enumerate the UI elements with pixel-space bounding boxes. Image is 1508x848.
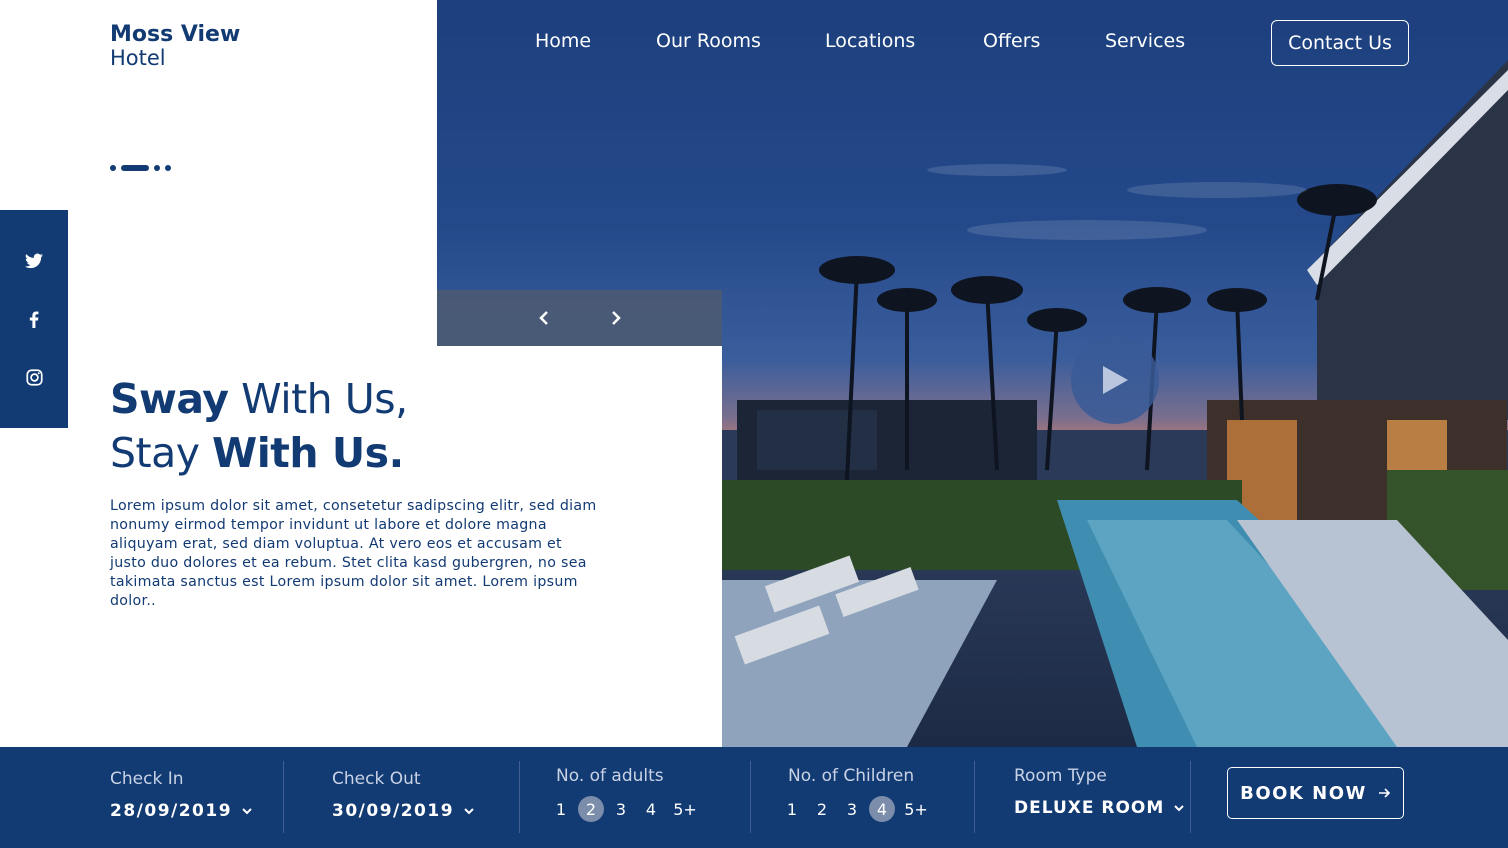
children-option[interactable]: 5+ [899, 796, 933, 822]
booking-bar: Check In 28/09/2019 Check Out 30/09/2019… [0, 747, 1508, 848]
children-option-selected[interactable]: 4 [869, 796, 895, 822]
contact-us-button[interactable]: Contact Us [1271, 20, 1409, 66]
headline-bold-word: With Us [212, 429, 389, 477]
chevron-down-icon [1174, 804, 1185, 811]
chevron-right-icon[interactable] [606, 308, 626, 328]
divider [750, 761, 751, 833]
chevron-down-icon [464, 807, 474, 814]
chevron-down-icon [242, 807, 252, 814]
headline-dot: . [388, 429, 405, 477]
adults-option[interactable]: 4 [638, 796, 664, 822]
adults-option[interactable]: 5+ [668, 796, 702, 822]
adults-option[interactable]: 1 [548, 796, 574, 822]
divider [974, 761, 975, 833]
headline-text: With Us, [228, 375, 408, 423]
children-option[interactable]: 2 [809, 796, 835, 822]
facebook-icon[interactable] [23, 308, 45, 330]
hero-headline: Sway With Us, Stay With Us. [110, 372, 408, 480]
social-sidebar [0, 210, 68, 428]
divider [283, 761, 284, 833]
nav-home[interactable]: Home [535, 30, 591, 52]
check-in-label: Check In [110, 769, 184, 789]
check-in-date-select[interactable]: 28/09/2019 [110, 801, 252, 821]
divider [519, 761, 520, 833]
nav-our-rooms[interactable]: Our Rooms [656, 30, 761, 52]
decorative-dots [110, 164, 176, 172]
play-icon [1103, 366, 1128, 394]
children-option[interactable]: 3 [839, 796, 865, 822]
room-type-select[interactable]: DELUXE ROOM [1014, 798, 1185, 818]
check-in-value: 28/09/2019 [110, 801, 233, 821]
arrow-right-icon [1378, 788, 1391, 798]
play-video-button[interactable] [1071, 336, 1159, 424]
headline-line2: Stay With Us. [110, 426, 408, 480]
divider [1190, 761, 1191, 833]
hero-intro-text: Lorem ipsum dolor sit amet, consetetur s… [110, 498, 597, 609]
instagram-icon[interactable] [23, 366, 45, 388]
room-type-value: DELUXE ROOM [1014, 798, 1165, 818]
adults-selector: 1 2 3 4 5+ [548, 796, 706, 822]
nav-services[interactable]: Services [1105, 30, 1185, 52]
room-type-label: Room Type [1014, 766, 1107, 786]
headline-line1: Sway With Us, [110, 372, 408, 426]
twitter-icon[interactable] [23, 250, 45, 272]
adults-label: No. of adults [556, 766, 664, 786]
children-selector: 1 2 3 4 5+ [779, 796, 937, 822]
children-option[interactable]: 1 [779, 796, 805, 822]
nav-offers[interactable]: Offers [983, 30, 1040, 52]
headline-bold-word: Sway [110, 375, 229, 423]
adults-option[interactable]: 3 [608, 796, 634, 822]
adults-option-selected[interactable]: 2 [578, 796, 604, 822]
check-out-date-select[interactable]: 30/09/2019 [332, 801, 474, 821]
slider-controls [437, 290, 722, 346]
children-label: No. of Children [788, 766, 915, 786]
headline-text: Stay [110, 429, 213, 477]
book-now-label: BOOK NOW [1240, 782, 1367, 804]
chevron-left-icon[interactable] [534, 308, 554, 328]
book-now-button[interactable]: BOOK NOW [1227, 767, 1404, 819]
check-out-label: Check Out [332, 769, 421, 789]
nav-locations[interactable]: Locations [825, 30, 915, 52]
check-out-value: 30/09/2019 [332, 801, 455, 821]
